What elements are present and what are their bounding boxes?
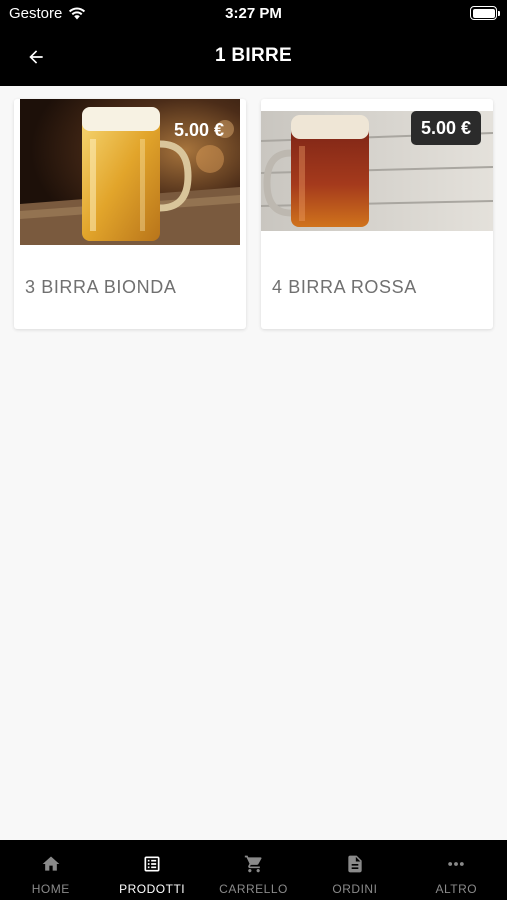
app-header: 1 BIRRE [0, 28, 507, 86]
document-icon [348, 855, 362, 873]
price-badge: 5.00 € [173, 120, 224, 140]
tab-ordini[interactable]: ORDINI [304, 840, 405, 900]
status-bar: Gestore 3:27 PM [0, 0, 507, 28]
tab-label: CARRELLO [219, 882, 288, 896]
tab-home[interactable]: HOME [0, 840, 101, 900]
clock: 3:27 PM [225, 5, 282, 22]
home-icon [42, 856, 60, 871]
tab-label: ALTRO [435, 882, 478, 896]
product-card[interactable]: 5.00 € 3 BIRRA BIONDA [14, 99, 246, 329]
price-badge: 5.00 € [410, 111, 481, 145]
tab-label: ORDINI [332, 882, 378, 896]
tab-altro[interactable]: ALTRO [406, 840, 507, 900]
tab-carrello[interactable]: CARRELLO [203, 840, 304, 900]
tab-label: HOME [31, 882, 70, 896]
page-title: 1 BIRRE [214, 45, 293, 66]
product-name: 3 BIRRA BIONDA [25, 277, 177, 297]
bottom-tab-bar: HOME PRODOTTI CARRELLO ORDINI ALTRO [0, 840, 507, 900]
list-icon [144, 856, 160, 872]
product-name: 4 BIRRA ROSSA [272, 277, 417, 297]
product-card[interactable]: 5.00 € 4 BIRRA ROSSA [261, 99, 493, 329]
tab-label: PRODOTTI [119, 882, 186, 896]
more-icon [448, 862, 465, 866]
battery-icon [470, 6, 500, 20]
cart-icon [244, 855, 262, 873]
tab-prodotti[interactable]: PRODOTTI [101, 840, 202, 900]
screen: Gestore 3:27 PM 1 BIRRE 5.00 € 3 BIRRA B… [0, 0, 507, 900]
